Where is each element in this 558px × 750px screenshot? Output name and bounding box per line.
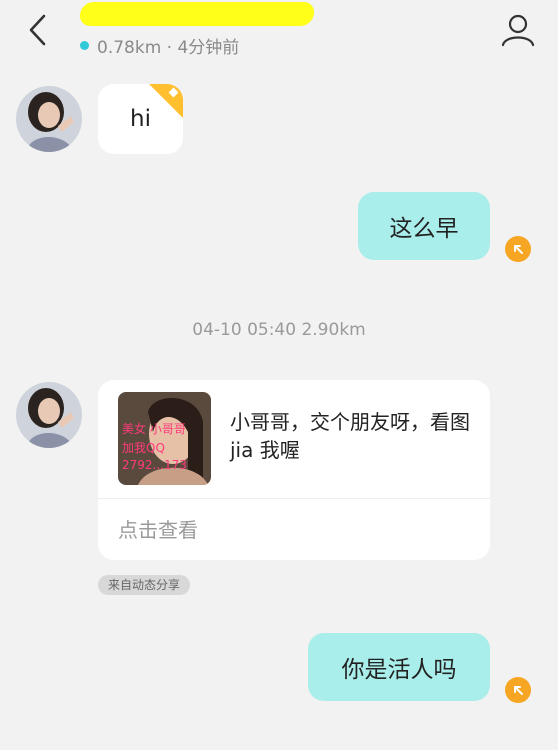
distance-time-label: 0.78km · 4分钟前 [97, 38, 240, 58]
contact-avatar[interactable] [16, 382, 82, 448]
message-bubble-incoming[interactable]: hi [98, 84, 183, 154]
source-tag: 来自动态分享 [98, 575, 191, 595]
back-button[interactable] [18, 10, 58, 50]
message-text: 这么早 [389, 216, 459, 242]
message-text: 你是活人吗 [341, 657, 457, 683]
chevron-left-icon [29, 14, 46, 46]
contact-name-redacted [78, 2, 316, 26]
contact-avatar[interactable] [16, 86, 82, 152]
message-bubble-outgoing[interactable]: 这么早 [358, 192, 490, 260]
contact-status: 0.78km · 4分钟前 [80, 33, 239, 58]
resend-status-button[interactable] [505, 236, 531, 262]
shared-post-card[interactable]: 美女 小哥哥 加我QQ 2792...173 小哥哥，交个朋友呀，看图jia 我… [98, 380, 490, 560]
online-dot [80, 41, 89, 50]
card-divider [98, 498, 490, 499]
profile-button[interactable] [498, 10, 538, 50]
arrow-up-left-icon [514, 245, 523, 254]
thumbnail-text: 2792...173 [122, 458, 187, 472]
thumbnail-text: 加我QQ [122, 441, 165, 455]
chat-timestamp: 04-10 05:40 2.90km [192, 320, 366, 340]
message-bubble-outgoing[interactable]: 你是活人吗 [308, 633, 490, 701]
chat-header: 0.78km · 4分钟前 [0, 0, 558, 66]
corner-badge-icon [149, 84, 183, 118]
user-icon [501, 14, 535, 47]
thumbnail-text: 美女 小哥哥 [122, 422, 186, 436]
resend-status-button[interactable] [505, 677, 531, 703]
post-thumbnail: 美女 小哥哥 加我QQ 2792...173 [118, 392, 211, 485]
view-details-link[interactable]: 点击查看 [118, 514, 198, 543]
arrow-up-left-icon [514, 686, 523, 695]
message-text: hi [130, 106, 151, 132]
card-body-text: 小哥哥，交个朋友呀，看图jia 我喔 [230, 410, 470, 462]
